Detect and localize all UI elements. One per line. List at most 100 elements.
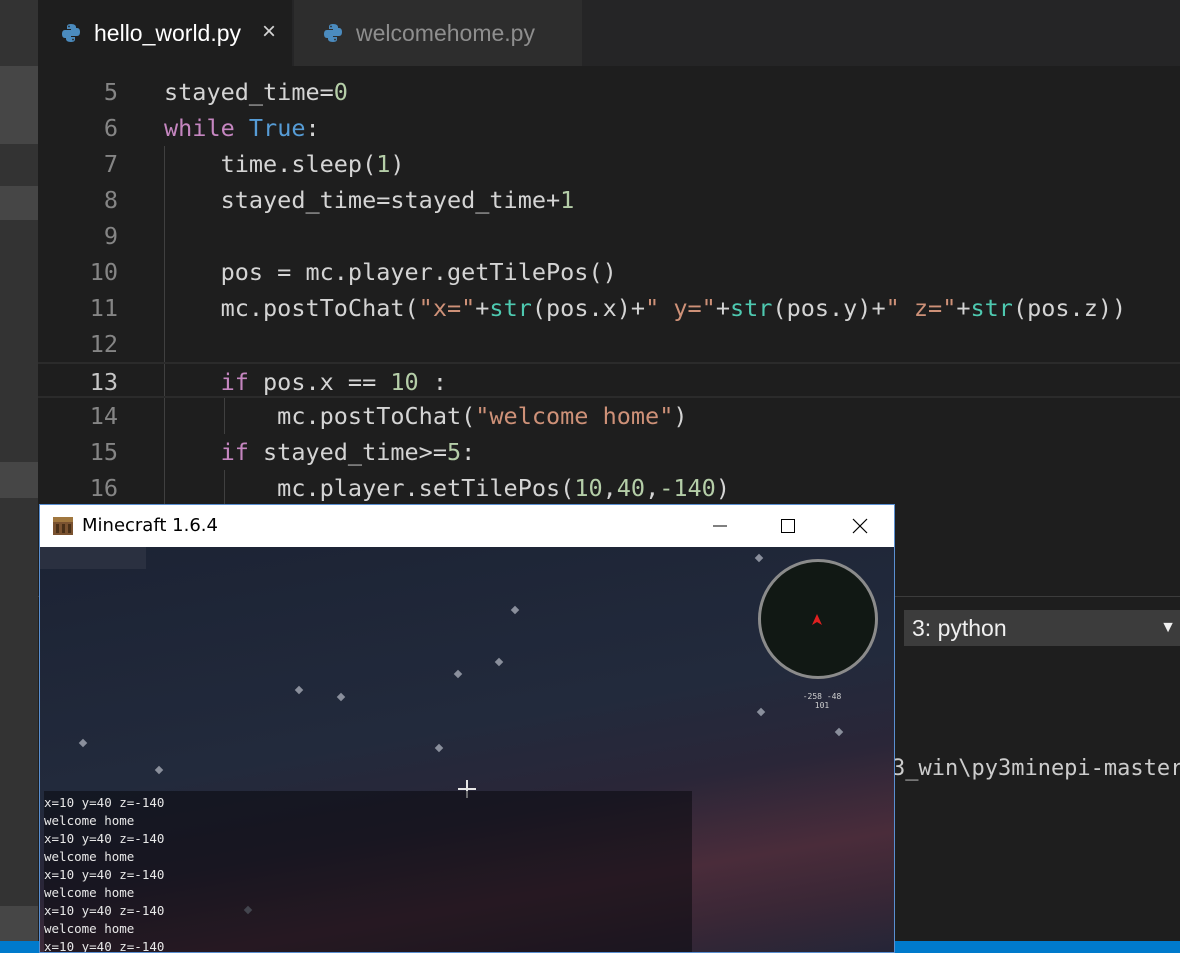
minecraft-logo-icon <box>53 517 73 535</box>
chat-message: x=10 y=40 z=-140 <box>44 831 165 846</box>
close-button[interactable] <box>826 505 894 547</box>
code-line[interactable]: 8 stayed_time=stayed_time+1 <box>38 182 1180 218</box>
code-token: str <box>970 294 1013 322</box>
activity-item[interactable] <box>0 462 38 498</box>
code-token: time.sleep( <box>164 150 377 178</box>
chat-message: welcome home <box>44 885 135 900</box>
code-text: while True: <box>164 110 320 146</box>
code-token: : <box>305 114 320 142</box>
minimize-button[interactable] <box>686 505 754 547</box>
line-number: 12 <box>89 330 118 358</box>
code-line[interactable]: 6 while True: <box>38 110 1180 146</box>
code-token: mc.postToChat( <box>164 402 476 430</box>
code-token: 0 <box>333 78 348 106</box>
code-text: stayed_time=stayed_time+1 <box>164 182 575 218</box>
window-titlebar[interactable]: Minecraft 1.6.4 <box>40 505 894 547</box>
code-token: (pos.z)) <box>1012 294 1127 322</box>
code-token: " y=" <box>645 294 716 322</box>
code-token: "x=" <box>418 294 476 322</box>
tab-hello-world[interactable]: hello_world.py × <box>38 0 292 66</box>
code-token: 1 <box>560 186 575 214</box>
window-title: Minecraft 1.6.4 <box>82 515 218 536</box>
line-number: 15 <box>89 438 118 466</box>
star <box>494 657 504 667</box>
line-number: 7 <box>103 150 118 178</box>
code-token: 40 <box>616 474 646 502</box>
python-file-icon <box>324 24 342 42</box>
chat-message: x=10 y=40 z=-140 <box>44 903 165 918</box>
code-token: + <box>475 294 490 322</box>
minimize-icon <box>713 525 727 527</box>
activity-item[interactable] <box>0 906 38 941</box>
python-file-icon <box>62 24 80 42</box>
maximize-icon <box>781 519 795 533</box>
chat-message: welcome home <box>44 849 135 864</box>
code-text: mc.postToChat("welcome home") <box>164 398 687 434</box>
code-token: ) <box>390 150 405 178</box>
code-token: : <box>461 438 476 466</box>
activity-item[interactable] <box>0 66 38 144</box>
activity-item[interactable] <box>0 186 38 220</box>
code-token: (pos.y)+ <box>772 294 886 322</box>
close-icon[interactable]: × <box>262 19 276 45</box>
terminal-output: 3_win\py3minepi-master <box>892 756 1180 781</box>
code-line[interactable]: 7 time.sleep(1) <box>38 146 1180 182</box>
game-viewport[interactable]: -258 -48 101 x=10 y=40 z=-140 welcome hom… <box>40 547 894 952</box>
code-token: while <box>164 114 235 142</box>
star <box>294 685 304 695</box>
terminal-selector[interactable]: 3: python ▼ <box>904 610 1180 646</box>
line-number: 14 <box>89 402 118 430</box>
code-token: (pos.x)+ <box>531 294 646 322</box>
star <box>510 605 520 615</box>
code-text: stayed_time=0 <box>164 74 348 110</box>
chevron-down-icon: ▼ <box>1160 619 1176 636</box>
code-token: "welcome home" <box>475 402 674 430</box>
code-line[interactable]: 12 <box>38 326 1180 362</box>
star <box>756 707 766 717</box>
player-arrow-icon <box>812 614 822 625</box>
minecraft-window[interactable]: Minecraft 1.6.4 -258 -48 101 x=10 y=40 z… <box>39 504 895 953</box>
code-line[interactable]: 10 pos = mc.player.getTilePos() <box>38 254 1180 290</box>
code-token: + <box>956 294 971 322</box>
close-icon <box>852 518 868 534</box>
line-number: 11 <box>89 294 118 322</box>
line-number: 10 <box>89 258 118 286</box>
code-line[interactable]: 5 stayed_time=0 <box>38 74 1180 110</box>
chat-message: x=10 y=40 z=-140 <box>44 795 165 810</box>
code-token: stayed_time>= <box>248 438 447 466</box>
code-text: mc.player.setTilePos(10,40,-140) <box>164 470 730 506</box>
tab-label: hello_world.py <box>94 19 242 46</box>
code-line[interactable]: 9 <box>38 218 1180 254</box>
chat-message: welcome home <box>44 813 135 828</box>
code-token: if <box>220 368 249 396</box>
code-token: mc.postToChat( <box>164 294 419 322</box>
star <box>78 738 88 748</box>
star <box>434 743 444 753</box>
sky-block <box>40 547 146 569</box>
line-number: 13 <box>89 368 118 396</box>
code-text: time.sleep(1) <box>164 146 405 182</box>
code-token: 10 <box>390 368 419 396</box>
code-token: str <box>489 294 532 322</box>
code-token: : <box>418 368 447 396</box>
code-line[interactable]: 14 mc.postToChat("welcome home") <box>38 398 1180 434</box>
line-number: 16 <box>89 474 118 502</box>
code-text: if pos.x == 10 : <box>164 364 447 400</box>
code-line[interactable]: 16 mc.player.setTilePos(10,40,-140) <box>38 470 1180 506</box>
tab-welcomehome[interactable]: welcomehome.py <box>294 0 582 66</box>
code-token: " z=" <box>885 294 957 322</box>
chat-message: x=10 y=40 z=-140 <box>44 867 165 882</box>
line-number: 5 <box>103 78 118 106</box>
activity-bar <box>0 0 38 953</box>
maximize-button[interactable] <box>754 505 822 547</box>
code-line[interactable]: 15 if stayed_time>=5: <box>38 434 1180 470</box>
code-text: pos = mc.player.getTilePos() <box>164 254 617 290</box>
star <box>336 692 346 702</box>
code-line[interactable]: 13 if pos.x == 10 : <box>38 362 1180 398</box>
code-line[interactable]: 11 mc.postToChat("x="+str(pos.x)+" y="+s… <box>38 290 1180 326</box>
minimap-coords: -258 -48 101 <box>802 692 842 710</box>
code-token: str <box>729 294 773 322</box>
